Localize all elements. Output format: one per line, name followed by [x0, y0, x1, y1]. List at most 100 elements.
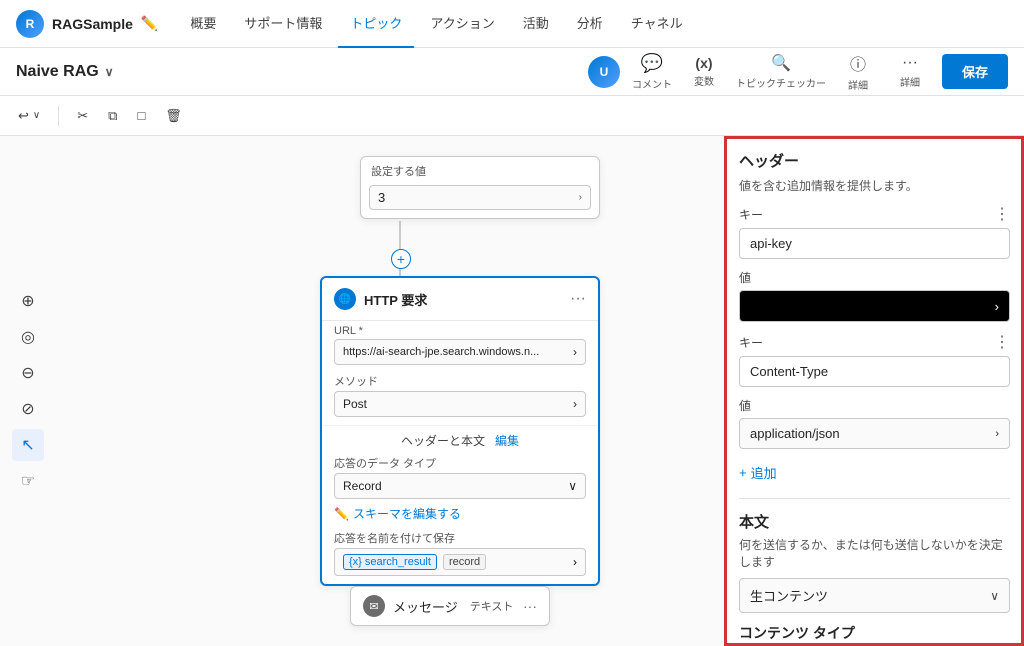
hand-tool-button[interactable]: ☞ — [12, 465, 44, 497]
value1-label-row: 値 — [739, 269, 1010, 286]
canvas[interactable]: ⊕ ◎ ⊖ ⊘ ↖ ☞ 設定する値 3 › — [0, 136, 724, 646]
http-url-text: https://ai-search-jpe.search.windows.n..… — [343, 346, 539, 358]
delete-button[interactable]: 🗑 — [159, 104, 188, 128]
content-type-title: コンテンツ タイプ — [739, 623, 1010, 643]
topic-checker-label: トピックチェッカー — [736, 75, 826, 90]
body-section-title: 本文 — [739, 511, 1010, 532]
http-header: 🌐 HTTP 要求 ··· — [322, 278, 598, 321]
http-response-select[interactable]: Record ∨ — [334, 473, 586, 499]
body-value-text: 生コンテンツ — [750, 586, 828, 605]
save-name-value[interactable]: {x} search_result record › — [334, 548, 586, 576]
value2-text: application/json — [750, 426, 840, 441]
schema-link-text: スキーマを編集する — [353, 505, 461, 522]
avatar[interactable]: U — [588, 56, 620, 88]
focus-button[interactable]: ◎ — [12, 321, 44, 353]
http-url-chevron: › — [573, 345, 577, 359]
disable-button[interactable]: ⊘ — [12, 393, 44, 425]
http-title: 🌐 HTTP 要求 — [334, 288, 427, 310]
value1-redacted[interactable]: › — [739, 290, 1010, 322]
flow-area: 設定する値 3 › + 🌐 HTTP 要求 ··· — [60, 136, 724, 646]
add-header-button[interactable]: + 追加 — [739, 459, 1010, 486]
tab-overview[interactable]: 概要 — [178, 0, 228, 48]
copy-icon: ⧉ — [108, 108, 117, 124]
tab-topic[interactable]: トピック — [338, 0, 414, 48]
edit-bar-separator — [58, 106, 59, 126]
detail2-button[interactable]: ··· 詳細 — [890, 54, 930, 89]
topic-checker-button[interactable]: 🔍 トピックチェッカー — [736, 53, 826, 90]
undo-button[interactable]: ↩ ∨ — [12, 104, 46, 128]
comment-label: コメント — [632, 76, 672, 91]
page-title-chevron: ∨ — [105, 65, 114, 79]
brand-icon: R — [16, 10, 44, 38]
set-value-chevron: › — [579, 192, 582, 203]
key1-label-row: キー ⋮ — [739, 204, 1010, 224]
http-method-label: メソッド — [334, 373, 586, 389]
message-label: メッセージ — [393, 597, 458, 616]
key1-more-button[interactable]: ⋮ — [994, 204, 1010, 224]
http-title-text: HTTP 要求 — [364, 290, 427, 309]
value2-label-row: 値 — [739, 397, 1010, 414]
info-icon: ⓘ — [850, 51, 866, 75]
plus-connector-1[interactable]: + — [391, 249, 411, 269]
message-more-button[interactable]: ··· — [523, 598, 537, 614]
set-value-node: 設定する値 3 › — [360, 156, 600, 219]
paste-button[interactable]: □ — [131, 104, 151, 127]
pointer-tool-button[interactable]: ↖ — [12, 429, 44, 461]
content-type-section: コンテンツ タイプ コンテンツ タイプ。例: application/text。… — [739, 623, 1010, 646]
key1-input[interactable] — [739, 228, 1010, 259]
page-title: Naive RAG — [16, 63, 99, 81]
brand-edit-icon[interactable]: ✏️ — [141, 15, 158, 32]
key2-input[interactable] — [739, 356, 1010, 387]
key2-more-button[interactable]: ⋮ — [994, 332, 1010, 352]
key1-label: キー — [739, 206, 763, 223]
tab-support[interactable]: サポート情報 — [232, 0, 334, 48]
comment-icon: 💬 — [641, 53, 663, 74]
paste-icon: □ — [137, 108, 145, 123]
set-value-row[interactable]: 3 › — [369, 185, 591, 210]
add-label: 追加 — [751, 463, 777, 482]
body-section: 本文 何を送信するか、または何も送信しないかを決定します 生コンテンツ ∨ — [739, 511, 1010, 613]
more-icon: ··· — [902, 54, 918, 72]
copy-button[interactable]: ⧉ — [102, 104, 123, 128]
save-name-label: 応答を名前を付けて保存 — [334, 530, 586, 546]
header-section-title: ヘッダー — [739, 150, 1010, 171]
message-icon: ✉ — [363, 595, 385, 617]
tab-activity[interactable]: 活動 — [511, 0, 561, 48]
variable-icon: (x) — [695, 55, 712, 71]
http-response-label: 応答のデータ タイプ — [334, 455, 586, 471]
http-more-button[interactable]: ··· — [570, 290, 586, 308]
tab-channel[interactable]: チャネル — [619, 0, 695, 48]
left-tools: ⊕ ◎ ⊖ ⊘ ↖ ☞ — [12, 285, 44, 497]
save-button[interactable]: 保存 — [942, 54, 1008, 89]
key2-label-row: キー ⋮ — [739, 332, 1010, 352]
comment-button[interactable]: 💬 コメント — [632, 53, 672, 91]
delete-icon: 🗑 — [165, 108, 182, 124]
value2-row[interactable]: application/json › — [739, 418, 1010, 449]
page-title-area[interactable]: Naive RAG ∨ — [16, 63, 114, 81]
http-url-value[interactable]: https://ai-search-jpe.search.windows.n..… — [334, 339, 586, 365]
http-method-value[interactable]: Post › — [334, 391, 586, 417]
set-value-label: 設定する値 — [361, 157, 599, 181]
schema-edit-link[interactable]: ✏️ スキーマを編集する — [322, 501, 598, 526]
detail1-label: 詳細 — [848, 77, 868, 92]
message-node: ✉ メッセージ テキスト ··· — [350, 586, 550, 626]
body-value-select[interactable]: 生コンテンツ ∨ — [739, 578, 1010, 613]
http-edit-button[interactable]: 編集 — [495, 434, 519, 448]
topic-checker-icon: 🔍 — [771, 53, 791, 73]
panel-divider-1 — [739, 498, 1010, 499]
variable-label: 変数 — [694, 73, 714, 88]
tab-action[interactable]: アクション — [418, 0, 506, 48]
zoom-in-button[interactable]: ⊕ — [12, 285, 44, 317]
right-panel: ヘッダー 値を含む追加情報を提供します。 キー ⋮ 値 › キー ⋮ — [724, 136, 1024, 646]
schema-icon: ✏️ — [334, 507, 349, 521]
save-tag1: {x} search_result — [343, 554, 437, 570]
tab-analysis[interactable]: 分析 — [565, 0, 615, 48]
cut-button[interactable]: ✂ — [71, 104, 94, 128]
http-url-label: URL * — [334, 325, 586, 337]
detail1-button[interactable]: ⓘ 詳細 — [838, 51, 878, 92]
http-header-body-divider: ヘッダーと本文 編集 — [322, 425, 598, 451]
header-section-desc: 値を含む追加情報を提供します。 — [739, 177, 1010, 194]
zoom-out-button[interactable]: ⊖ — [12, 357, 44, 389]
variable-button[interactable]: (x) 変数 — [684, 55, 724, 88]
second-bar: Naive RAG ∨ U 💬 コメント (x) 変数 🔍 トピックチェッカー … — [0, 48, 1024, 96]
